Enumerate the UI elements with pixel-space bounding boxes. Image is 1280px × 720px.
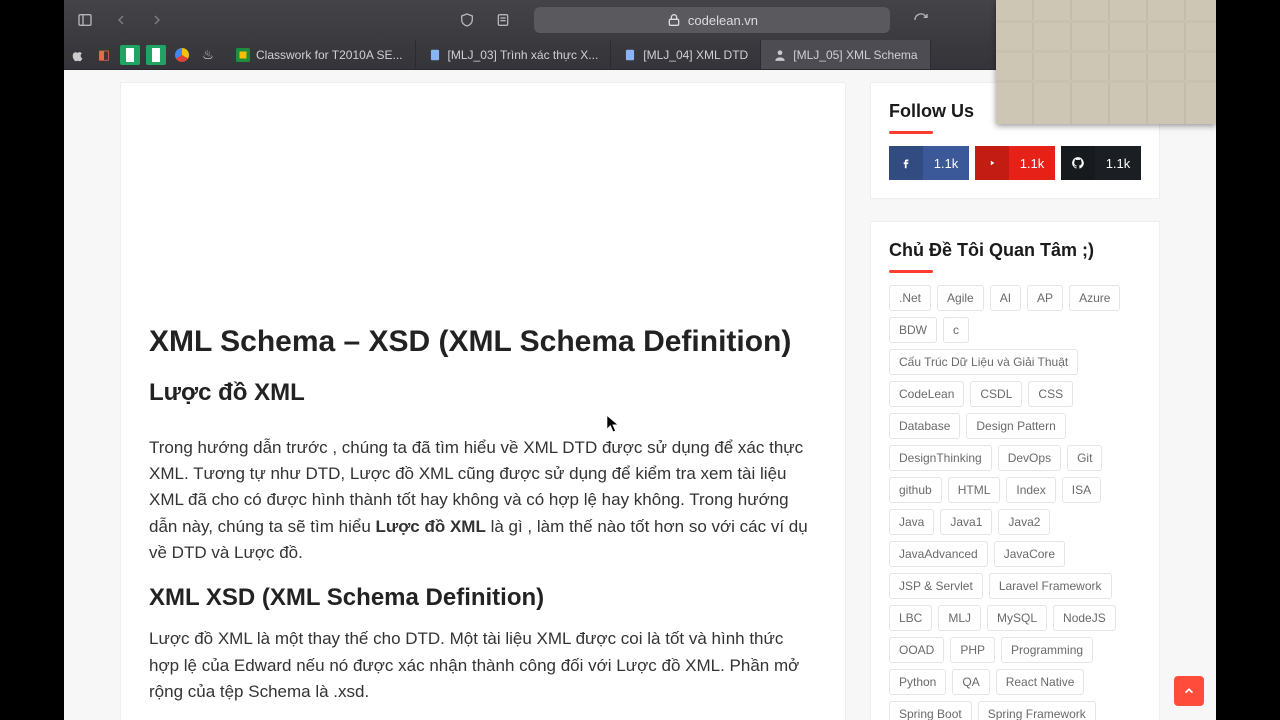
topic-tag[interactable]: DesignThinking: [889, 445, 992, 471]
github-link[interactable]: 1.1k: [1061, 146, 1141, 180]
topic-tag[interactable]: NodeJS: [1053, 605, 1116, 631]
topic-tag[interactable]: React Native: [996, 669, 1085, 695]
github-count: 1.1k: [1095, 156, 1141, 171]
flame-icon: ♨: [198, 45, 218, 65]
topic-tag[interactable]: OOAD: [889, 637, 944, 663]
topic-tag[interactable]: CSDL: [970, 381, 1022, 407]
topic-tag[interactable]: CSS: [1028, 381, 1073, 407]
topic-tag[interactable]: Java1: [940, 509, 992, 535]
tab-label: [MLJ_03] Trình xác thực X...: [448, 48, 599, 62]
youtube-count: 1.1k: [1009, 156, 1055, 171]
address-bar[interactable]: codelean.vn: [534, 7, 890, 33]
topic-tag[interactable]: Database: [889, 413, 960, 439]
cursor-icon: [606, 414, 620, 434]
doc-favicon: [428, 48, 442, 62]
facebook-link[interactable]: 1.1k: [889, 146, 969, 180]
topic-tag[interactable]: Git: [1067, 445, 1102, 471]
topic-tag[interactable]: AP: [1027, 285, 1063, 311]
url-text: codelean.vn: [688, 13, 758, 28]
topic-tag[interactable]: Design Pattern: [966, 413, 1065, 439]
topic-tag[interactable]: Java: [889, 509, 934, 535]
topic-tag[interactable]: LBC: [889, 605, 932, 631]
shield-icon[interactable]: [454, 7, 480, 33]
topic-tag[interactable]: c: [943, 317, 969, 343]
topic-tag[interactable]: CodeLean: [889, 381, 964, 407]
tab-label: Classwork for T2010A SE...: [256, 48, 403, 62]
topic-tag[interactable]: Azure: [1069, 285, 1120, 311]
browser-tab[interactable]: [MLJ_04] XML DTD: [611, 40, 761, 69]
topic-tag[interactable]: Java2: [998, 509, 1050, 535]
office-icon: ◧: [94, 45, 114, 65]
topic-tag[interactable]: AI: [990, 285, 1021, 311]
topic-tag[interactable]: .Net: [889, 285, 931, 311]
tab-label: [MLJ_05] XML Schema: [793, 48, 917, 62]
browser-tab[interactable]: Classwork for T2010A SE...: [224, 40, 416, 69]
webcam-overlay: CIAO: [996, 0, 1216, 124]
article-h2-xsd: XML XSD (XML Schema Definition): [149, 584, 817, 612]
background-shelves: [996, 0, 1216, 124]
topic-tag[interactable]: BDW: [889, 317, 937, 343]
back-button[interactable]: [108, 7, 134, 33]
browser-tab[interactable]: [MLJ_03] Trình xác thực X...: [416, 40, 612, 69]
facebook-count: 1.1k: [923, 156, 969, 171]
forward-button[interactable]: [144, 7, 170, 33]
reload-button[interactable]: [908, 7, 934, 33]
lock-icon: [666, 12, 682, 28]
topic-tag[interactable]: Spring Framework: [978, 701, 1096, 720]
article-paragraph-1: Trong hướng dẫn trước , chúng ta đã tìm …: [149, 435, 817, 567]
topic-tag[interactable]: QA: [952, 669, 989, 695]
topic-tag[interactable]: Index: [1006, 477, 1055, 503]
topic-tag[interactable]: Spring Boot: [889, 701, 972, 720]
sheets-icon-2: [146, 45, 166, 65]
topic-tag[interactable]: github: [889, 477, 942, 503]
topic-tag[interactable]: ISA: [1062, 477, 1101, 503]
apple-icon: [68, 45, 88, 65]
tag-cloud: .NetAgileAIAPAzure BDWc Cấu Trúc Dữ Liệu v…: [889, 285, 1141, 720]
doc-favicon: [623, 48, 637, 62]
article-paragraph-2: Lược đồ XML là một thay thế cho DTD. Một…: [149, 626, 817, 705]
reader-icon[interactable]: [490, 7, 516, 33]
gdrive-icon: [172, 45, 192, 65]
gclass-favicon: [236, 48, 250, 62]
topic-tag[interactable]: JSP & Servlet: [889, 573, 983, 599]
article-title: XML Schema – XSD (XML Schema Definition): [149, 323, 817, 361]
github-icon: [1061, 146, 1095, 180]
topic-tag[interactable]: Cấu Trúc Dữ Liệu và Giải Thuật: [889, 349, 1078, 375]
topic-tag[interactable]: Python: [889, 669, 946, 695]
topic-tag[interactable]: Programming: [1001, 637, 1093, 663]
sheets-icon-1: [120, 45, 140, 65]
topic-tag[interactable]: Laravel Framework: [989, 573, 1112, 599]
topics-title: Chủ Đề Tôi Quan Tâm ;): [889, 240, 1141, 271]
tab-label: [MLJ_04] XML DTD: [643, 48, 748, 62]
browser-tab[interactable]: [MLJ_05] XML Schema: [761, 40, 930, 69]
topic-tag[interactable]: JavaCore: [994, 541, 1065, 567]
topics-card: Chủ Đề Tôi Quan Tâm ;) .NetAgileAIAPAzur…: [870, 221, 1160, 720]
sidebar-toggle-icon[interactable]: [72, 7, 98, 33]
topic-tag[interactable]: Agile: [937, 285, 984, 311]
topic-tag[interactable]: PHP: [950, 637, 995, 663]
topic-tag[interactable]: JavaAdvanced: [889, 541, 988, 567]
topic-tag[interactable]: MLJ: [938, 605, 981, 631]
article-subtitle: Lược đồ XML: [149, 379, 817, 407]
topic-tag[interactable]: HTML: [948, 477, 1001, 503]
topic-tag[interactable]: DevOps: [998, 445, 1061, 471]
dock-icons: ◧ ♨: [64, 40, 224, 69]
youtube-link[interactable]: 1.1k: [975, 146, 1055, 180]
viewport: XML Schema – XSD (XML Schema Definition)…: [64, 70, 1216, 720]
article: XML Schema – XSD (XML Schema Definition)…: [120, 82, 846, 720]
page-scroll[interactable]: XML Schema – XSD (XML Schema Definition)…: [64, 70, 1216, 720]
back-to-top-button[interactable]: [1174, 676, 1204, 706]
topic-tag[interactable]: MySQL: [987, 605, 1047, 631]
person-favicon: [773, 48, 787, 62]
sidebar: Follow Us 1.1k: [870, 82, 1160, 720]
facebook-icon: [889, 146, 923, 180]
youtube-icon: [975, 146, 1009, 180]
